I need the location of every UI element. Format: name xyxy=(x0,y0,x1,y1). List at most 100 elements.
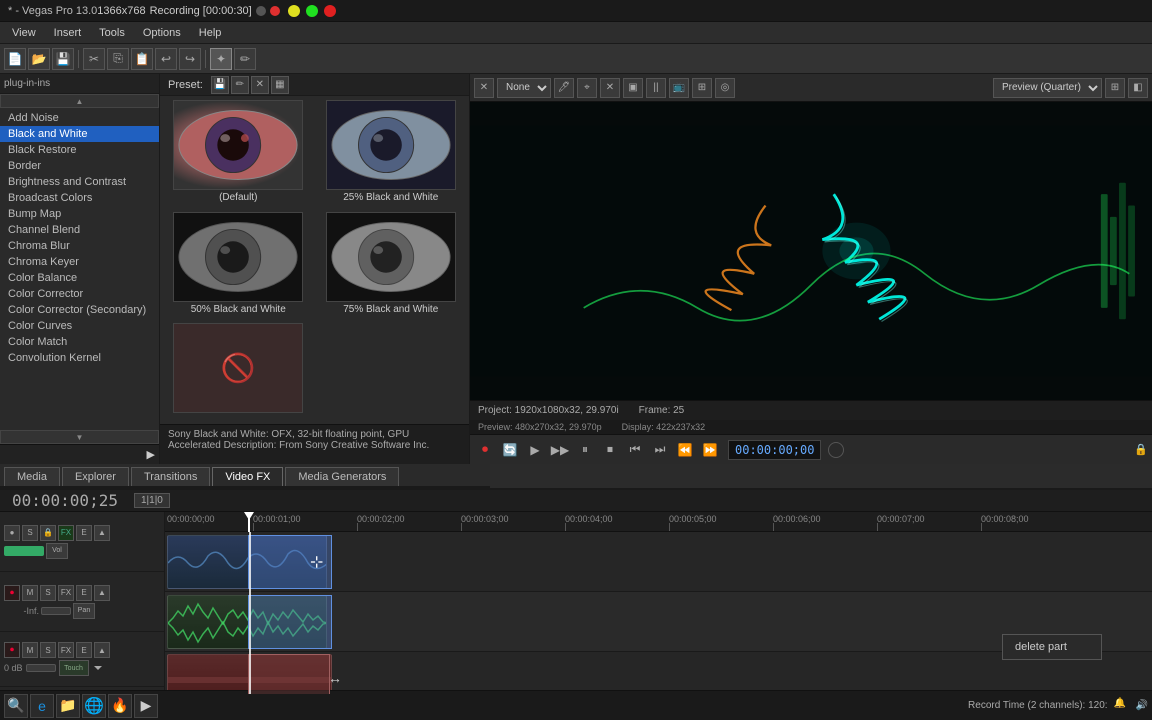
tab-transitions[interactable]: Transitions xyxy=(131,467,210,486)
track-3-env[interactable]: E xyxy=(76,642,92,658)
effect-chroma-blur[interactable]: Chroma Blur xyxy=(0,238,159,254)
effect-broadcast[interactable]: Broadcast Colors xyxy=(0,190,159,206)
preview-ext-monitor[interactable]: 📺 xyxy=(669,78,689,98)
preset-noentry[interactable] xyxy=(164,323,313,420)
preview-prev-frame[interactable]: ⏮ xyxy=(624,439,646,461)
track-1-solo[interactable]: S xyxy=(22,525,38,541)
clip-resize-handle[interactable]: ↔ xyxy=(328,670,342,686)
preset-50bw[interactable]: 50% Black and White xyxy=(164,212,313,320)
track-2-collapse[interactable]: ▲ xyxy=(94,585,110,601)
effect-chroma-keyer[interactable]: Chroma Keyer xyxy=(0,254,159,270)
maximize-button[interactable] xyxy=(306,5,318,17)
audio2-selected-region[interactable] xyxy=(248,654,330,694)
preview-tool-2[interactable]: ⌖ xyxy=(577,78,597,98)
copy-button[interactable]: ⎘ xyxy=(107,48,129,70)
preview-close-button[interactable]: ✕ xyxy=(474,78,494,98)
taskbar-sound[interactable]: 🔊 xyxy=(1136,700,1148,711)
preview-tool-3[interactable]: ✕ xyxy=(600,78,620,98)
preview-grid-button[interactable]: ⊞ xyxy=(692,78,712,98)
track-2-mute[interactable]: M xyxy=(22,585,38,601)
tab-video-fx[interactable]: Video FX xyxy=(212,467,283,486)
effect-color-corrector-secondary[interactable]: Color Corrector (Secondary) xyxy=(0,302,159,318)
track-2-rec[interactable]: ⏺ xyxy=(4,585,20,601)
effect-color-curves[interactable]: Color Curves xyxy=(0,318,159,334)
audio-selected-region[interactable] xyxy=(248,595,332,649)
minimize-button[interactable] xyxy=(288,5,300,17)
track-1-collapse[interactable]: ▲ xyxy=(94,525,110,541)
effect-color-corrector[interactable]: Color Corrector xyxy=(0,286,159,302)
track-3-collapse[interactable]: ▲ xyxy=(94,642,110,658)
preset-75bw[interactable]: 75% Black and White xyxy=(317,212,466,320)
preview-skip-fwd[interactable]: ⏩ xyxy=(699,439,721,461)
cut-button[interactable]: ✂ xyxy=(83,48,105,70)
track-1-mute[interactable]: ● xyxy=(4,525,20,541)
effect-black-white[interactable]: Black and White xyxy=(0,126,159,142)
scroll-up-arrow[interactable]: ▲ xyxy=(0,94,159,108)
taskbar-folder[interactable]: 📁 xyxy=(56,694,80,718)
preview-rec-button[interactable]: ⏺ xyxy=(474,439,496,461)
draw-button[interactable]: ✏ xyxy=(234,48,256,70)
preset-save-button[interactable]: 💾 xyxy=(211,76,229,94)
effect-convolution-kernel[interactable]: Convolution Kernel xyxy=(0,350,159,366)
track-3-solo[interactable]: S xyxy=(40,642,56,658)
preset-delete-button[interactable]: ✕ xyxy=(251,76,269,94)
redo-button[interactable]: ↪ xyxy=(179,48,201,70)
track-1-lock[interactable]: 🔒 xyxy=(40,525,56,541)
tab-media[interactable]: Media xyxy=(4,467,60,486)
effect-add-noise[interactable]: Add Noise xyxy=(0,110,159,126)
track-2-fx[interactable]: FX xyxy=(58,585,74,601)
preview-split-button[interactable]: || xyxy=(646,78,666,98)
preview-settings-2[interactable]: ◧ xyxy=(1128,78,1148,98)
preview-quality-dropdown[interactable]: Preview (Quarter) Preview (Full) xyxy=(993,78,1102,98)
track-3-mode[interactable]: Touch xyxy=(59,660,89,676)
track-3-fader[interactable] xyxy=(26,664,56,672)
preview-next-frame[interactable]: ⏭ xyxy=(649,439,671,461)
effect-brightness[interactable]: Brightness and Contrast xyxy=(0,174,159,190)
preview-play-button[interactable]: ▶ xyxy=(524,439,546,461)
preview-skip-back[interactable]: ⏪ xyxy=(674,439,696,461)
preview-pause-button[interactable]: ⏸ xyxy=(574,439,596,461)
preview-stop-button[interactable]: ⏹ xyxy=(599,439,621,461)
preset-edit-button[interactable]: ✏ xyxy=(231,76,249,94)
preview-loop-button[interactable]: 🔄 xyxy=(499,439,521,461)
taskbar-ie[interactable]: e xyxy=(30,694,54,718)
save-button[interactable]: 💾 xyxy=(52,48,74,70)
track-2-solo[interactable]: S xyxy=(40,585,56,601)
preview-settings-1[interactable]: ⊞ xyxy=(1105,78,1125,98)
taskbar-chrome[interactable]: 🌐 xyxy=(82,694,106,718)
context-menu-delete-part[interactable]: delete part xyxy=(1003,637,1101,657)
preset-view-button[interactable]: ▦ xyxy=(271,76,289,94)
taskbar-search[interactable]: 🔍 xyxy=(4,694,28,718)
preview-lock-button[interactable]: 🔒 xyxy=(1134,443,1148,456)
preview-scope-button[interactable]: ◎ xyxy=(715,78,735,98)
menu-help[interactable]: Help xyxy=(191,25,230,41)
track-2-env[interactable]: E xyxy=(76,585,92,601)
track-1-vol[interactable]: Vol xyxy=(46,543,68,559)
effect-bump-map[interactable]: Bump Map xyxy=(0,206,159,222)
taskbar-burn[interactable]: 🔥 xyxy=(108,694,132,718)
track-1-env[interactable]: E xyxy=(76,525,92,541)
taskbar-vms[interactable]: ▶ xyxy=(134,694,158,718)
taskbar-notify[interactable]: 🔔 xyxy=(1114,698,1130,714)
effect-border[interactable]: Border xyxy=(0,158,159,174)
preset-25bw[interactable]: 25% Black and White xyxy=(317,100,466,208)
track-3-dropdown[interactable] xyxy=(94,666,102,670)
menu-options[interactable]: Options xyxy=(135,25,189,41)
effect-color-balance[interactable]: Color Balance xyxy=(0,270,159,286)
preview-none-dropdown[interactable]: None xyxy=(497,78,551,98)
scroll-down-arrow[interactable]: ▼ xyxy=(0,430,159,444)
tab-explorer[interactable]: Explorer xyxy=(62,467,129,486)
effect-color-match[interactable]: Color Match xyxy=(0,334,159,350)
new-button[interactable]: 📄 xyxy=(4,48,26,70)
menu-view[interactable]: View xyxy=(4,25,44,41)
paste-button[interactable]: 📋 xyxy=(131,48,153,70)
track-2-vol[interactable]: Pan xyxy=(73,603,95,619)
track-1-fx[interactable]: FX xyxy=(58,525,74,541)
track-3-mute[interactable]: M xyxy=(22,642,38,658)
preview-play-full-button[interactable]: ▶▶ xyxy=(549,439,571,461)
menu-tools[interactable]: Tools xyxy=(91,25,133,41)
panel-expand-button[interactable]: ▶ xyxy=(0,444,159,464)
tab-media-generators[interactable]: Media Generators xyxy=(285,467,399,486)
undo-button[interactable]: ↩ xyxy=(155,48,177,70)
menu-insert[interactable]: Insert xyxy=(46,25,90,41)
